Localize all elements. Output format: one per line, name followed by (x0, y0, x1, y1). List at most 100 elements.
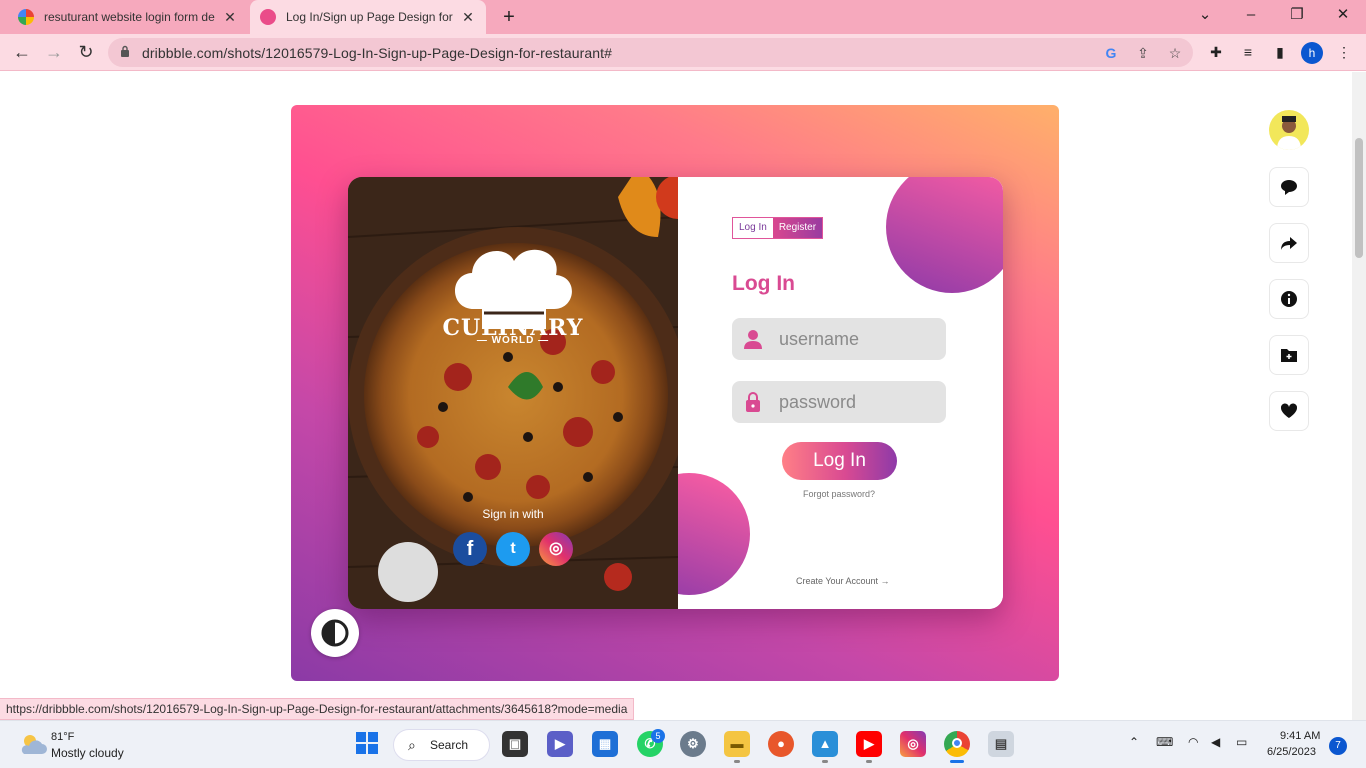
lock-icon (121, 45, 129, 57)
clock-date[interactable]: 6/25/2023 (1267, 746, 1316, 758)
comments-button[interactable] (1269, 167, 1309, 207)
status-bar-url: https://dribbble.com/shots/12016579-Log-… (0, 698, 635, 720)
username-placeholder: username (779, 329, 860, 349)
brand-subtitle: — WORLD — (476, 335, 550, 346)
weather-cloud-icon (21, 735, 47, 754)
show-hidden-icons[interactable]: ⌃ (1129, 735, 1139, 749)
tab-dribbble[interactable]: Log In/Sign up Page Design for r ✕ (250, 0, 486, 34)
wifi-icon[interactable]: ◠ (1188, 735, 1198, 749)
battery-icon[interactable]: ▭ (1236, 735, 1247, 749)
running-indicator (734, 760, 740, 763)
menu-icon[interactable]: ⋮ (1334, 42, 1354, 62)
login-heading: Log In (732, 272, 795, 295)
tab-register[interactable]: Register (772, 218, 823, 238)
photos-icon[interactable]: ▲ (812, 731, 838, 757)
microsoft-store-icon[interactable]: ▦ (592, 731, 618, 757)
pizza-panel: CULINARY — WORLD — Sign in with f t ◎ (348, 177, 678, 609)
login-card: CULINARY — WORLD — Sign in with f t ◎ Lo… (348, 177, 1003, 609)
chrome-icon[interactable] (944, 731, 970, 757)
new-tab-button[interactable]: + (498, 6, 520, 28)
search-icon: ⌕ (408, 737, 416, 753)
weather-temperature: 81°F (51, 731, 75, 743)
folder-plus-icon (1281, 349, 1297, 362)
create-account-link[interactable]: Create Your Account → (796, 576, 890, 586)
lock-icon (746, 392, 760, 412)
tab-google-search[interactable]: resuturant website login form de ✕ (8, 0, 248, 34)
extensions-icon[interactable]: ✚ (1206, 42, 1226, 62)
decorative-circle (886, 177, 1003, 293)
share-arrow-icon (1281, 237, 1297, 250)
volume-icon[interactable]: ◀ (1211, 735, 1220, 749)
username-field[interactable]: username (732, 318, 946, 360)
running-indicator (822, 760, 828, 763)
share-icon[interactable]: ⇪ (1133, 43, 1153, 63)
tab-search-icon[interactable]: ⌄ (1182, 0, 1228, 30)
profile-avatar[interactable]: h (1301, 42, 1323, 64)
password-field[interactable]: password (732, 381, 946, 423)
user-icon (744, 330, 762, 349)
share-button[interactable] (1269, 223, 1309, 263)
file-explorer-icon[interactable]: ▬ (724, 731, 750, 757)
facebook-icon[interactable]: f (453, 532, 487, 566)
restore-button[interactable]: ❐ (1274, 0, 1320, 30)
minimize-button[interactable]: – (1228, 0, 1274, 30)
running-indicator (866, 760, 872, 763)
google-lens-icon[interactable]: G (1101, 43, 1121, 63)
login-form-panel: Log In Register Log In username password… (678, 177, 1003, 609)
page-content: CULINARY — WORLD — Sign in with f t ◎ Lo… (0, 72, 1352, 720)
reload-button[interactable]: ↻ (74, 40, 98, 64)
reading-list-icon[interactable]: ≡ (1238, 42, 1258, 62)
task-view-icon[interactable]: ▣ (502, 731, 528, 757)
instagram-icon[interactable]: ◎ (539, 532, 573, 566)
contrast-icon (321, 619, 349, 647)
youtube-icon[interactable]: ▶ (856, 731, 882, 757)
tab-title: resuturant website login form de (44, 10, 215, 24)
forgot-password-link[interactable]: Forgot password? (803, 489, 875, 499)
notification-badge[interactable]: 7 (1329, 737, 1347, 755)
active-indicator (950, 760, 964, 763)
tab-login[interactable]: Log In (733, 218, 773, 238)
instagram-app-icon[interactable]: ◎ (900, 731, 926, 757)
browser-toolbar: ← → ↻ dribbble.com/shots/12016579-Log-In… (0, 34, 1366, 71)
tab-title: Log In/Sign up Page Design for r (286, 10, 454, 24)
keyboard-icon[interactable]: ⌨ (1156, 735, 1173, 749)
forward-button[interactable]: → (42, 40, 66, 64)
maps-pin-icon[interactable]: ● (768, 731, 794, 757)
close-icon[interactable]: ✕ (222, 9, 238, 26)
like-button[interactable] (1269, 391, 1309, 431)
weather-description: Mostly cloudy (51, 746, 124, 760)
windows-taskbar: 81°F Mostly cloudy ⌕ Search ▣ ▶ ▦ ✆ 5 ⚙ … (0, 720, 1366, 768)
address-bar[interactable]: dribbble.com/shots/12016579-Log-In-Sign-… (108, 38, 1193, 67)
info-button[interactable] (1269, 279, 1309, 319)
windows-icon (356, 732, 378, 754)
chat-icon (1281, 180, 1297, 195)
twitter-icon[interactable]: t (496, 532, 530, 566)
shot-image[interactable]: CULINARY — WORLD — Sign in with f t ◎ Lo… (291, 105, 1059, 681)
login-register-toggle: Log In Register (732, 217, 824, 239)
save-to-collection-button[interactable] (1269, 335, 1309, 375)
page-scrollbar[interactable] (1352, 72, 1366, 720)
heart-icon (1280, 403, 1298, 418)
clock-time[interactable]: 9:41 AM (1280, 730, 1320, 742)
bookmark-star-icon[interactable]: ☆ (1165, 43, 1185, 63)
info-icon (1281, 291, 1297, 307)
url-text: dribbble.com/shots/12016579-Log-In-Sign-… (142, 45, 613, 61)
sign-in-with-label: Sign in with (482, 507, 544, 521)
side-panel-icon[interactable]: ▮ (1270, 42, 1290, 62)
settings-gear-icon[interactable]: ⚙ (680, 731, 706, 757)
clipboard-icon[interactable]: ▤ (988, 731, 1014, 757)
login-button[interactable]: Log In (782, 442, 897, 480)
scrollbar-thumb[interactable] (1355, 138, 1363, 258)
start-button[interactable] (354, 731, 380, 757)
decorative-circle (678, 473, 750, 595)
close-icon[interactable]: ✕ (460, 9, 476, 26)
designer-avatar[interactable] (1269, 110, 1309, 150)
close-window-button[interactable]: ✕ (1320, 0, 1366, 30)
password-placeholder: password (779, 392, 857, 412)
theme-toggle-button[interactable] (311, 609, 359, 657)
teams-chat-icon[interactable]: ▶ (547, 731, 573, 757)
dribbble-icon (260, 9, 276, 25)
taskbar-search[interactable]: ⌕ Search (393, 729, 490, 761)
google-icon (18, 9, 34, 25)
back-button[interactable]: ← (10, 40, 34, 64)
